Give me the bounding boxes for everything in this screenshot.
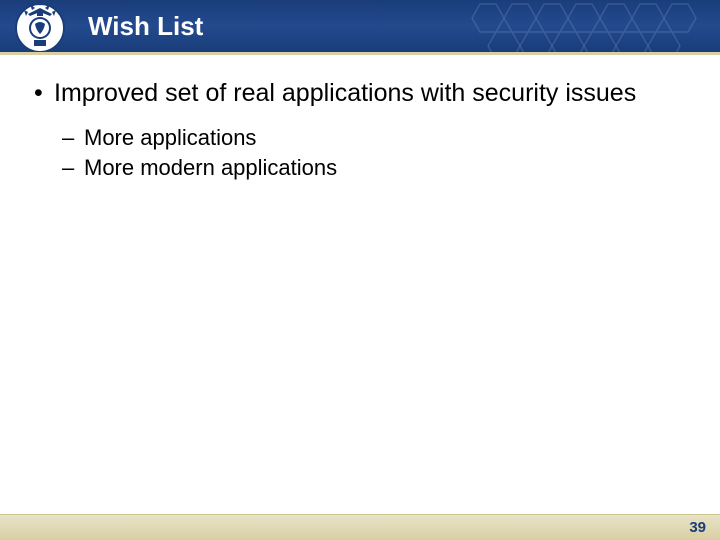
bullet-level-2: – More modern applications [62,153,686,183]
slide-header: Wish List [0,0,720,52]
bullet-dash-icon: – [62,123,84,153]
bullet-level-2: – More applications [62,123,686,153]
bullet-dash-icon: – [62,153,84,183]
bullet-text: Improved set of real applications with s… [54,78,636,109]
slide-title: Wish List [88,11,203,42]
bullet-text: More applications [84,123,256,153]
liberty-logo-icon [6,0,78,56]
page-number: 39 [689,519,706,536]
bullet-level-1: • Improved set of real applications with… [34,78,686,109]
bullet-text: More modern applications [84,153,337,183]
hex-pattern-icon [460,0,720,52]
bullet-dot-icon: • [34,78,54,109]
slide-footer: 39 [0,514,720,540]
slide-content: • Improved set of real applications with… [0,52,720,183]
